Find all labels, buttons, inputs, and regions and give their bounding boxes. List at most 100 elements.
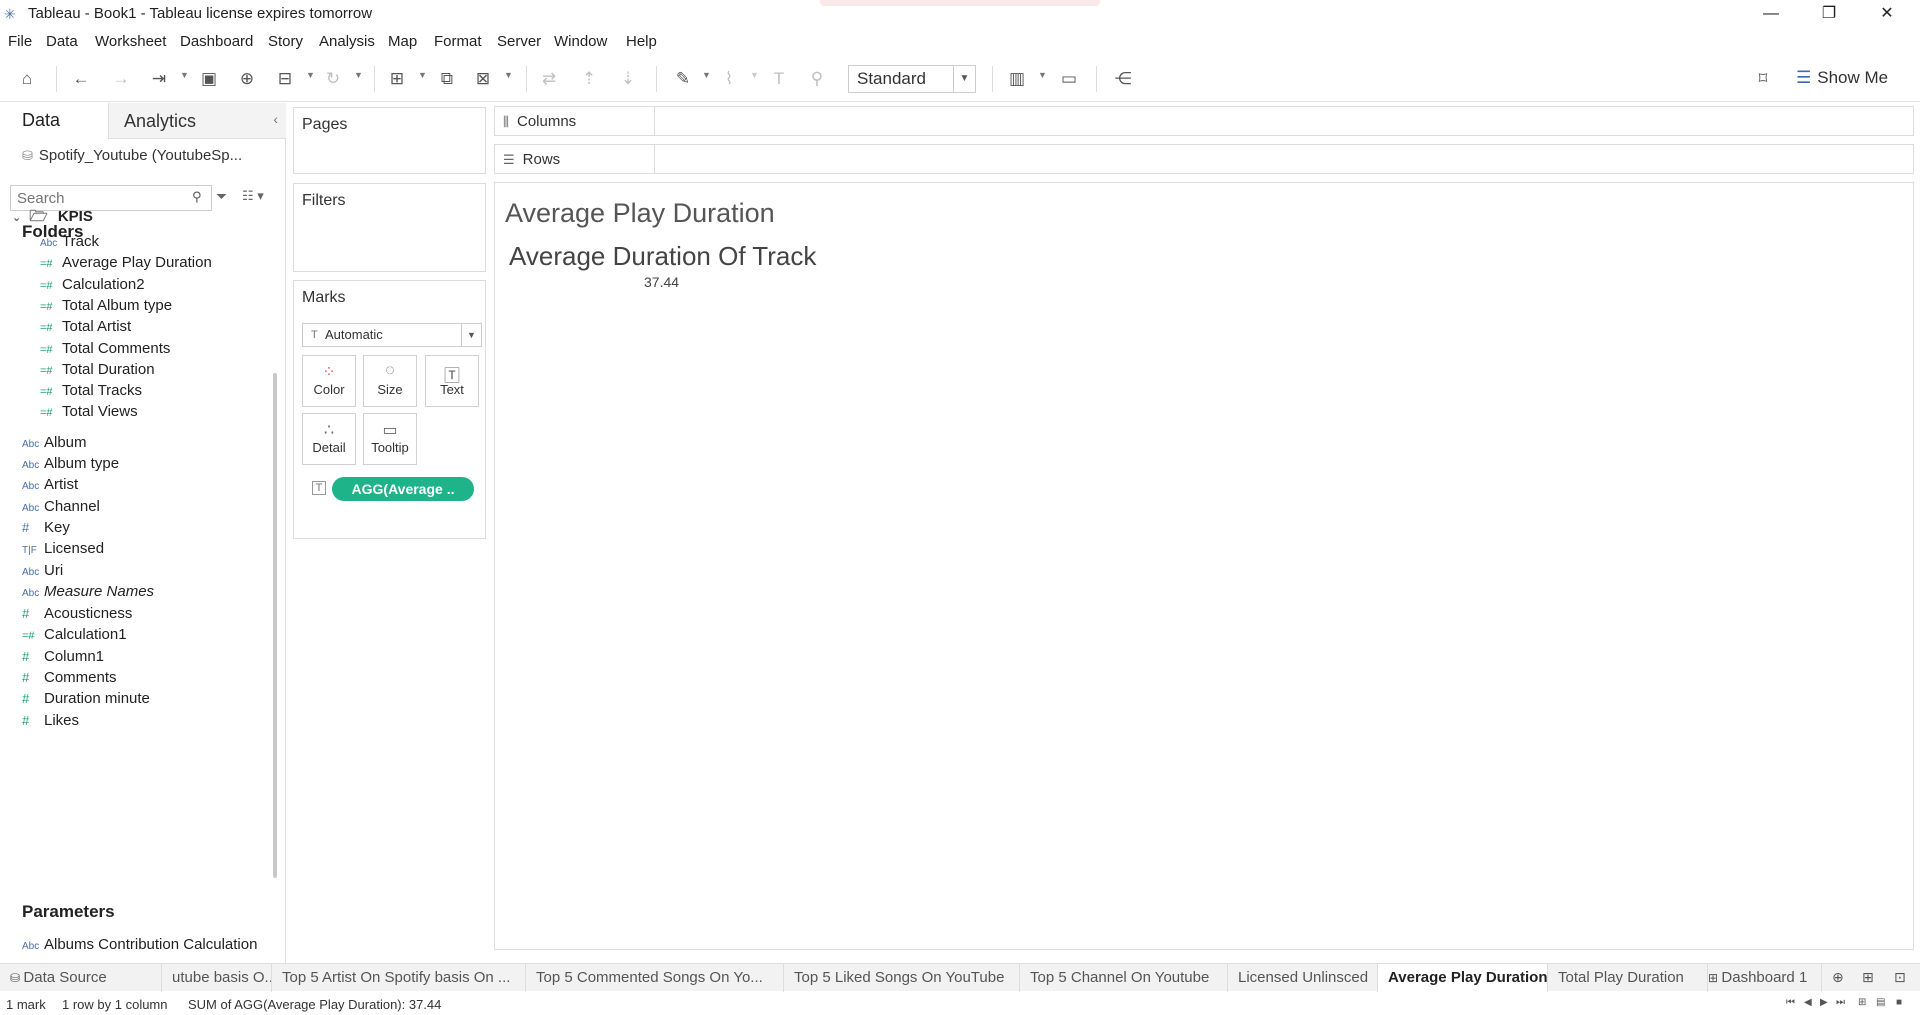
replay-dropdown-icon[interactable]: ▼ — [180, 70, 189, 80]
folder-kpis[interactable]: ⌄ 🗁 KPIS — [0, 206, 93, 231]
sheet-sorter-icon[interactable]: ⊞ — [1858, 997, 1866, 1008]
tab-sheet[interactable]: Total Play Duration — [1548, 964, 1708, 992]
marks-card: Marks T Automatic ▼ ⁘ Color ◌ Size 🅃 Text ∴… — [293, 280, 486, 539]
replay-icon[interactable]: ⇥ — [148, 68, 170, 90]
refresh-icon[interactable]: ↻ — [322, 68, 344, 90]
tab-sheet[interactable]: Top 5 Artist On Spotify basis On ... — [272, 964, 526, 992]
pause-dropdown-icon[interactable]: ▼ — [306, 70, 315, 80]
clear-sheet-icon[interactable]: ⊠ — [472, 68, 494, 90]
minimize-icon[interactable]: — — [1742, 0, 1800, 28]
folder-label: KPIS — [57, 208, 93, 225]
undo-icon[interactable]: ← — [70, 68, 92, 90]
highlight-icon[interactable]: ✎ — [672, 68, 694, 90]
refresh-dropdown-icon[interactable]: ▼ — [354, 70, 363, 80]
pin-axes-icon[interactable]: ⚲ — [806, 68, 828, 90]
presentation-mode-icon[interactable]: ▭ — [1058, 68, 1080, 90]
format-painter-icon[interactable]: ⌑ — [1752, 68, 1774, 90]
new-worksheet-icon[interactable]: ⊞ — [386, 68, 408, 90]
filmstrip-icon[interactable]: ▤ — [1876, 997, 1885, 1008]
new-datasource-icon[interactable]: ⊕ — [236, 68, 258, 90]
first-sheet-icon[interactable]: ⏮ — [1786, 997, 1795, 1008]
sort-ascending-icon[interactable]: ⇡ — [578, 68, 600, 90]
show-cards-icon[interactable]: ▥ — [1006, 68, 1028, 90]
menu-format[interactable]: Format — [434, 33, 482, 50]
home-icon[interactable]: ⌂ — [16, 68, 38, 90]
text-button[interactable]: 🅃 Text — [425, 355, 479, 407]
measure-type-icon: # — [22, 670, 30, 685]
columns-icon: ⫼ — [503, 114, 509, 129]
tab-sheet[interactable]: Top 5 Channel On Youtube — [1020, 964, 1228, 992]
show-me-button[interactable]: ☰ Show Me — [1796, 68, 1888, 88]
menu-server[interactable]: Server — [497, 33, 541, 50]
color-button[interactable]: ⁘ Color — [302, 355, 356, 407]
share-icon[interactable]: ⋲ — [1112, 68, 1134, 90]
pages-card[interactable]: Pages — [293, 107, 486, 174]
collapse-pane-icon[interactable]: ‹ — [273, 111, 278, 127]
menu-worksheet[interactable]: Worksheet — [95, 33, 166, 50]
swap-rows-columns-icon[interactable]: ⇄ — [538, 68, 560, 90]
highlight-dropdown-icon[interactable]: ▼ — [702, 70, 711, 80]
field-label: Calculation2 — [62, 275, 145, 293]
save-icon[interactable]: ▣ — [198, 68, 220, 90]
tab-sheet[interactable]: utube basis O... — [162, 964, 272, 992]
measure-value[interactable]: 37.44 — [644, 274, 679, 290]
field-label: Total Artist — [62, 318, 132, 336]
field-item[interactable]: Abc Measure Names — [22, 583, 154, 607]
tabs-view-icon[interactable]: ■ — [1896, 997, 1902, 1008]
field-item[interactable]: =# Total Views — [40, 403, 138, 427]
menu-analysis[interactable]: Analysis — [319, 33, 375, 50]
field-label: Album — [44, 433, 87, 451]
measure-pill[interactable]: AGG(Average .. — [332, 477, 474, 501]
detail-button[interactable]: ∴ Detail — [302, 413, 356, 465]
size-button[interactable]: ◌ Size — [363, 355, 417, 407]
rows-shelf[interactable]: ☰ Rows — [494, 144, 1914, 174]
new-worksheet-dropdown-icon[interactable]: ▼ — [418, 70, 427, 80]
new-dashboard-tab-icon[interactable]: ⊞ — [1862, 969, 1874, 986]
columns-label: Columns — [516, 113, 577, 130]
license-notice-bar — [820, 0, 1100, 6]
duplicate-sheet-icon[interactable]: ⧉ — [436, 68, 458, 90]
tab-sheet[interactable]: Licensed Unlinsced — [1228, 964, 1378, 992]
show-mark-labels-icon[interactable]: T — [768, 68, 790, 90]
menu-map[interactable]: Map — [388, 33, 417, 50]
tooltip-button[interactable]: ▭ Tooltip — [363, 413, 417, 465]
menu-window[interactable]: Window — [554, 33, 607, 50]
sort-descending-icon[interactable]: ⇣ — [617, 68, 639, 90]
new-worksheet-tab-icon[interactable]: ⊕ — [1832, 969, 1844, 986]
close-icon[interactable]: ✕ — [1858, 0, 1916, 28]
menu-help[interactable]: Help — [626, 33, 657, 50]
menu-dashboard[interactable]: Dashboard — [180, 33, 253, 50]
filters-card[interactable]: Filters — [293, 183, 486, 272]
sheet-title[interactable]: Average Play Duration — [505, 198, 775, 229]
menu-file[interactable]: File — [8, 33, 32, 50]
measure-type-icon: # — [22, 712, 30, 728]
group-members-icon[interactable]: ⌇ — [718, 68, 740, 90]
menu-data[interactable]: Data — [46, 33, 78, 50]
tab-sheet[interactable]: Top 5 Liked Songs On YouTube — [784, 964, 1020, 992]
tab-data-source[interactable]: ⛁ Data Source — [0, 964, 162, 992]
last-sheet-icon[interactable]: ⏭ — [1836, 997, 1845, 1008]
parameter-item[interactable]: Abc Albums Contribution Calculation — [22, 936, 257, 960]
tab-sheet-active[interactable]: Average Play Duration — [1378, 964, 1548, 992]
tab-sheet[interactable]: Top 5 Commented Songs On Yo... — [526, 964, 784, 992]
string-type-icon: Abc — [22, 502, 40, 514]
text-icon: 🅃 — [443, 368, 460, 385]
redo-icon[interactable]: → — [110, 68, 132, 90]
view-canvas[interactable]: Average Play Duration Average Duration O… — [494, 182, 1914, 950]
prev-sheet-icon[interactable]: ◀ — [1804, 997, 1812, 1008]
clear-dropdown-icon[interactable]: ▼ — [504, 70, 513, 80]
field-label: Duration minute — [44, 690, 150, 708]
group-dropdown-icon[interactable]: ▼ — [750, 70, 759, 80]
new-story-tab-icon[interactable]: ⊡ — [1894, 969, 1906, 986]
restore-icon[interactable]: ❐ — [1800, 0, 1858, 28]
tab-dashboard[interactable]: ⊞ Dashboard 1 — [1698, 964, 1822, 992]
next-sheet-icon[interactable]: ▶ — [1820, 997, 1828, 1008]
show-cards-dropdown-icon[interactable]: ▼ — [1038, 70, 1047, 80]
mark-type-select[interactable]: T Automatic ▼ — [302, 323, 482, 347]
field-item[interactable]: # Likes — [22, 712, 79, 736]
columns-shelf[interactable]: ⫼ Columns — [494, 106, 1914, 136]
menu-story[interactable]: Story — [268, 33, 303, 50]
field-list-scrollbar[interactable] — [273, 373, 277, 878]
pause-updates-icon[interactable]: ⊟ — [274, 68, 296, 90]
fit-select[interactable]: Standard ▼ — [848, 65, 976, 93]
